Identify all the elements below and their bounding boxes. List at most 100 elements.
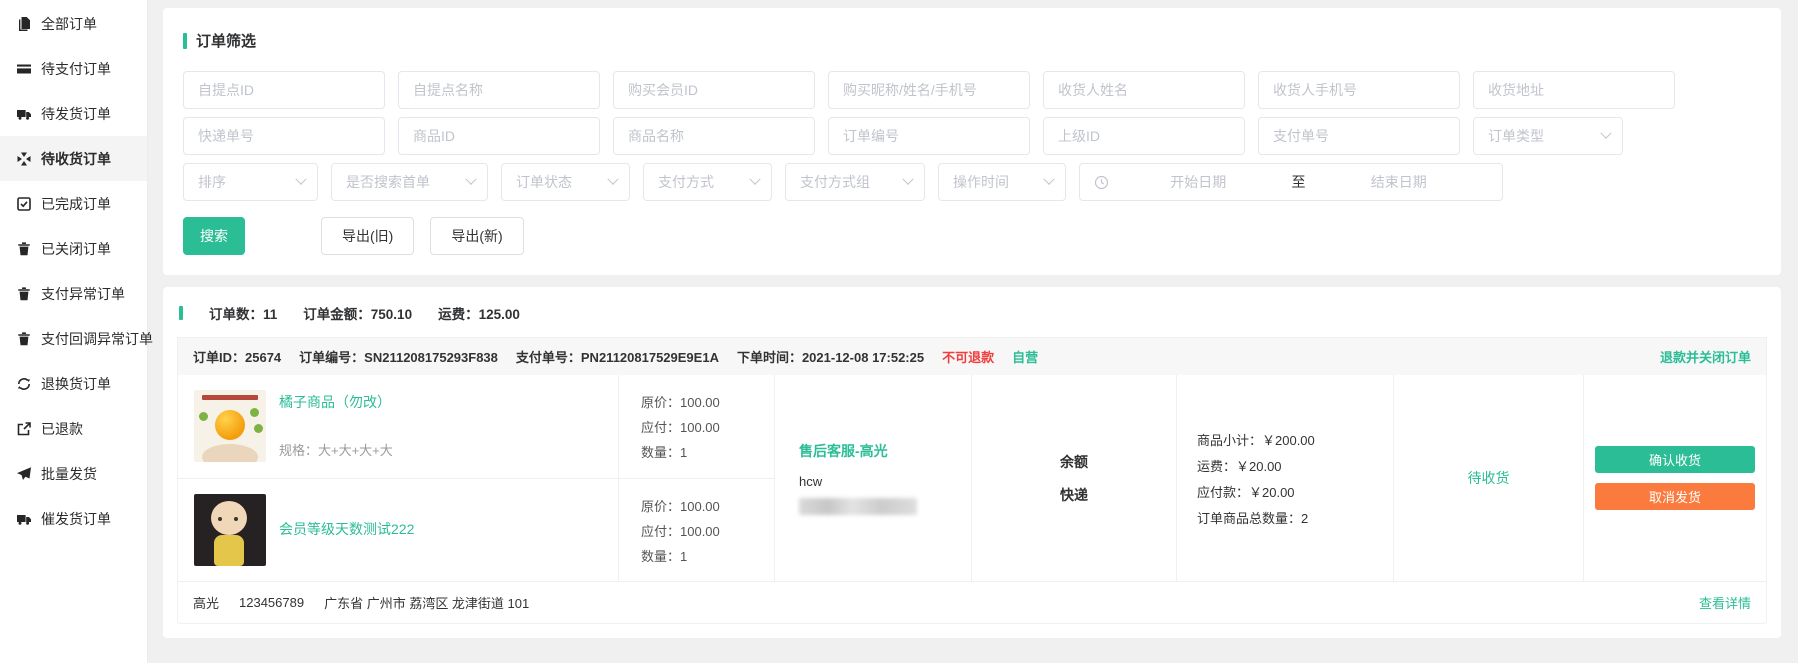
payment-method-select[interactable]: 支付方式 <box>643 163 772 201</box>
order-sn: 订单编号：SN211208175293F838 <box>299 347 498 366</box>
sidebar-item-pending-shipment[interactable]: 待发货订单 <box>0 91 147 136</box>
masked-phone-number <box>799 498 917 515</box>
order-card: 订单ID：25674 订单编号：SN211208175293F838 支付单号：… <box>177 337 1767 624</box>
product-price-cell: 原价：100.00 应付：100.00 数量：1 <box>618 375 774 478</box>
sidebar-item-payment-error[interactable]: 支付异常订单 <box>0 271 147 316</box>
sort-select[interactable]: 排序 <box>183 163 318 201</box>
clock-icon <box>1094 175 1109 190</box>
chevron-down-icon <box>465 174 476 185</box>
product-row: 会员等级天数测试222 <box>178 478 618 581</box>
order-status-select[interactable]: 订单状态 <box>501 163 630 201</box>
summary-freight: 运费：125.00 <box>438 303 520 323</box>
view-detail-link[interactable]: 查看详情 <box>1699 593 1751 612</box>
sidebar-item-label: 待支付订单 <box>41 59 111 79</box>
sidebar-item-all-orders[interactable]: 全部订单 <box>0 1 147 46</box>
receive-arrows-icon <box>16 151 32 167</box>
order-time: 下单时间：2021-12-08 17:52:25 <box>737 347 924 366</box>
export-old-button[interactable]: 导出(旧) <box>321 217 414 255</box>
tracking-number-input[interactable] <box>183 117 385 155</box>
payment-method-group-select[interactable]: 支付方式组 <box>785 163 925 201</box>
order-filter-panel: 订单筛选 订单类型 <box>163 8 1781 275</box>
check-square-icon <box>16 196 32 212</box>
sidebar-item-refunded[interactable]: 已退款 <box>0 406 147 451</box>
payable-price: 应付：100.00 <box>641 521 774 540</box>
service-contact-name: hcw <box>799 474 971 489</box>
status-badge: 待收货 <box>1468 468 1510 488</box>
sidebar-item-label: 已退款 <box>41 419 83 439</box>
cancel-shipment-button[interactable]: 取消发货 <box>1595 483 1755 510</box>
receiver-phone-input[interactable] <box>1258 71 1460 109</box>
sidebar-item-completed[interactable]: 已完成订单 <box>0 181 147 226</box>
sidebar-item-urge-shipment[interactable]: 催发货订单 <box>0 496 147 541</box>
chevron-down-icon <box>902 174 913 185</box>
end-date-placeholder[interactable]: 结束日期 <box>1310 172 1489 192</box>
sidebar-item-closed[interactable]: 已关闭订单 <box>0 226 147 271</box>
sidebar-item-batch-shipment[interactable]: 批量发货 <box>0 451 147 496</box>
amount-payable: 应付款：￥20.00 <box>1197 482 1393 501</box>
confirm-receipt-button[interactable]: 确认收货 <box>1595 446 1755 473</box>
order-sn-input[interactable] <box>828 117 1030 155</box>
date-range-picker[interactable]: 开始日期 至 结束日期 <box>1079 163 1503 201</box>
product-name-link[interactable]: 橘子商品（勿改） <box>279 392 393 412</box>
summary-order-count: 订单数：11 <box>209 303 277 323</box>
buyer-nickname-input[interactable] <box>828 71 1030 109</box>
main-content: 订单筛选 订单类型 <box>148 0 1798 663</box>
sidebar-item-pending-receipt[interactable]: 待收货订单 <box>0 136 147 181</box>
sidebar-item-payment-callback-error[interactable]: 支付回调异常订单 <box>0 316 147 361</box>
chevron-down-icon <box>749 174 760 185</box>
summary-accent-bar <box>179 306 183 320</box>
sidebar-item-label: 退换货订单 <box>41 374 111 394</box>
pickup-name-input[interactable] <box>398 71 600 109</box>
receiver-name-input[interactable] <box>1043 71 1245 109</box>
refund-and-close-link[interactable]: 退款并关闭订单 <box>1660 347 1751 366</box>
sidebar-item-label: 待发货订单 <box>41 104 111 124</box>
sidebar-item-label: 支付异常订单 <box>41 284 125 304</box>
product-name-input[interactable] <box>613 117 815 155</box>
receiver-address: 广东省 广州市 荔湾区 龙津街道 101 <box>324 593 529 612</box>
product-thumbnail-orange <box>194 390 266 462</box>
trash-icon <box>16 241 32 257</box>
order-actions-cell: 确认收货 取消发货 <box>1583 375 1766 581</box>
paper-plane-icon <box>16 466 32 482</box>
filter-row-3: 排序 是否搜索首单 订单状态 支付方式 支付方式组 <box>183 163 1761 201</box>
goods-subtotal: 商品小计：￥200.00 <box>1197 430 1393 449</box>
sidebar-item-label: 待收货订单 <box>41 149 111 169</box>
after-sale-service-cell: 售后客服-高光 hcw <box>774 375 971 581</box>
filter-title: 订单筛选 <box>183 30 1761 51</box>
search-button[interactable]: 搜索 <box>183 217 245 255</box>
order-payment-number: 支付单号：PN21120817529E9E1A <box>516 347 719 366</box>
product-id-input[interactable] <box>398 117 600 155</box>
sidebar-item-returns[interactable]: 退换货订单 <box>0 361 147 406</box>
operation-time-select[interactable]: 操作时间 <box>938 163 1066 201</box>
payment-method: 余额 <box>1060 452 1088 472</box>
receiver-phone: 123456789 <box>239 595 304 610</box>
parent-id-input[interactable] <box>1043 117 1245 155</box>
filter-row-1 <box>183 71 1761 109</box>
truck-icon <box>16 106 32 122</box>
bank-card-icon <box>16 61 32 77</box>
filter-row-2: 订单类型 <box>183 117 1761 155</box>
start-date-placeholder[interactable]: 开始日期 <box>1109 172 1288 192</box>
order-type-select[interactable]: 订单类型 <box>1473 117 1623 155</box>
chevron-down-icon <box>1043 174 1054 185</box>
payment-number-input[interactable] <box>1258 117 1460 155</box>
sidebar-item-pending-payment[interactable]: 待支付订单 <box>0 46 147 91</box>
order-admin-page: 全部订单 待支付订单 待发货订单 待收货订单 已完成订单 <box>0 0 1798 663</box>
original-price: 原价：100.00 <box>641 392 774 411</box>
sidebar-item-label: 催发货订单 <box>41 509 111 529</box>
title-accent-bar <box>183 33 187 49</box>
first-order-select[interactable]: 是否搜索首单 <box>331 163 488 201</box>
order-id: 订单ID：25674 <box>193 347 281 366</box>
sidebar-item-label: 已关闭订单 <box>41 239 111 259</box>
order-body: 橘子商品（勿改） 规格：大+大+大+大 原价：100.00 应付：100.00 … <box>178 375 1766 581</box>
payment-delivery-cell: 余额 快递 <box>971 375 1176 581</box>
freight-total: 运费：￥20.00 <box>1197 456 1393 475</box>
quantity: 数量：1 <box>641 546 774 565</box>
export-new-button[interactable]: 导出(新) <box>430 217 523 255</box>
buyer-member-id-input[interactable] <box>613 71 815 109</box>
share-out-icon <box>16 421 32 437</box>
sidebar: 全部订单 待支付订单 待发货订单 待收货订单 已完成订单 <box>0 0 148 663</box>
pickup-id-input[interactable] <box>183 71 385 109</box>
receiver-address-input[interactable] <box>1473 71 1675 109</box>
product-name-link[interactable]: 会员等级天数测试222 <box>279 519 414 539</box>
